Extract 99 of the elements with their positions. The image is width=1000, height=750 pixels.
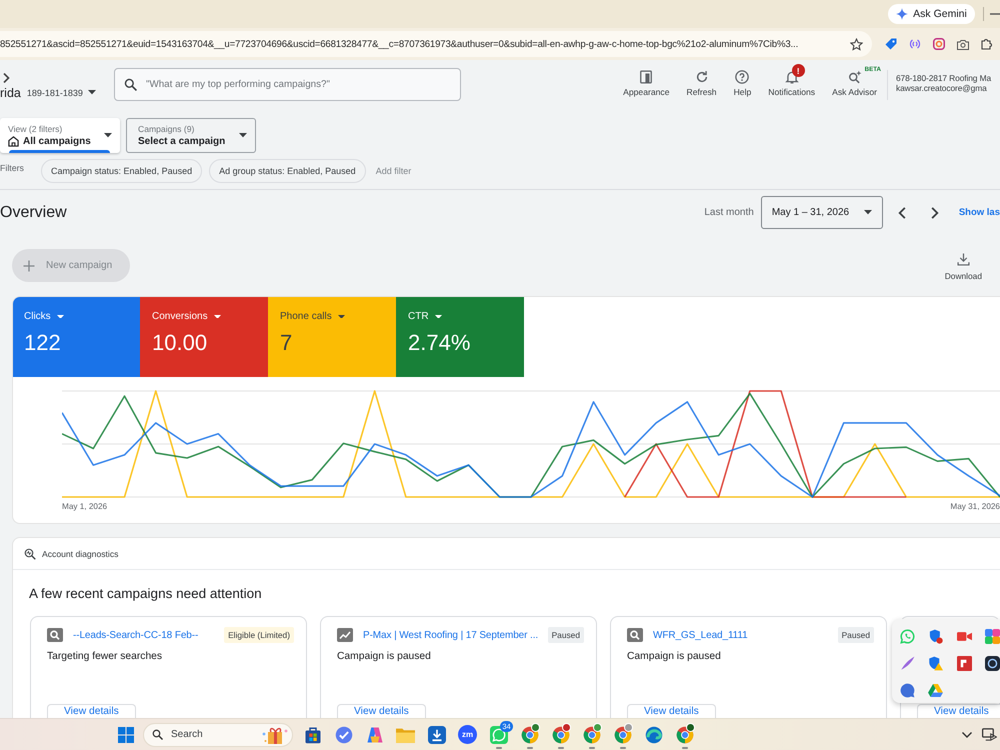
download-icon [956,253,970,266]
view-details-button[interactable]: View details [627,704,716,718]
search-campaign-icon [627,628,643,642]
rounded-square-icon[interactable] [933,38,945,50]
chevron-right-icon [3,73,10,83]
help-icon [735,70,750,84]
windows-logo-icon[interactable] [118,726,134,742]
metric-dropdown[interactable]: Phone calls [280,311,345,322]
axis-label: May 1, 2026 [62,502,108,513]
filter-chip[interactable]: Ad group status: Enabled, Paused [209,158,366,182]
axis-label: May 31, 2026 [950,502,1000,513]
metric-dropdown[interactable]: Clicks [24,311,64,322]
download-box-icon[interactable] [428,726,446,744]
search-icon [124,78,137,91]
camera-icon[interactable] [957,38,969,50]
a-shape-icon[interactable] [366,726,384,744]
status-badge: Eligible (Limited) [224,627,294,643]
download-button[interactable]: Download [944,249,982,281]
section-heading: A few recent campaigns need attention [29,586,263,602]
refresh-button[interactable]: Refresh [686,70,717,97]
caret-icon [434,314,442,318]
search-campaign-icon [47,628,63,642]
puzzle-icon[interactable] [981,38,993,50]
wave-circle-icon[interactable] [644,726,662,744]
triangle-logo-icon[interactable] [928,684,944,697]
video-camera-icon[interactable] [956,631,972,642]
chevron-right-icon[interactable] [930,206,939,218]
chevron-left-icon[interactable] [898,206,906,218]
address-bar[interactable]: 852551271&ascid=852551271&euid=1543163704&__u=7723704696&uscid=6681328477&__c=8707361973&authuser=0&subid=all-en-awhp-g-aw-c-home-top-bgc%21o2-aluminum%7Cib%3... [0,31,872,57]
star-icon[interactable] [850,38,863,50]
gift-icon [262,726,288,744]
account-label: 678-180-2817 Roofing Ma [896,73,992,83]
metric-dropdown[interactable]: CTR [408,311,442,322]
search-field[interactable]: "What are my top performing campaigns?" [114,68,461,101]
shield-icon[interactable] [928,629,944,644]
view-dropdown[interactable]: View (2 filters) All campaigns [0,118,120,153]
metric-value: 2.74% [408,330,472,356]
panel-icon [639,70,654,84]
card-message: Campaign is paused [627,651,722,662]
filter-chip[interactable]: Campaign status: Enabled, Paused [41,158,202,182]
help-button[interactable]: Help [734,70,752,97]
minimize-icon[interactable] [990,13,1000,15]
status-badge: Paused [838,627,874,643]
app-tile-icon[interactable] [985,629,1000,644]
caret-icon [338,314,345,318]
view-details-button[interactable]: View details [337,704,426,718]
view-details-button[interactable]: View details [47,704,136,718]
shield-warning-icon[interactable] [928,656,944,671]
refresh-icon [694,70,709,84]
metric-dropdown[interactable]: Conversions [152,311,221,322]
chevron-down-icon[interactable] [962,732,972,738]
account-email: kawsar.creatocore@gma [896,83,988,93]
caret-icon [56,314,64,318]
caret-icon [239,133,247,138]
campaign-link[interactable]: WFR_GS_Lead_1111 [653,630,748,640]
view-details-button[interactable]: View details [917,704,1000,718]
card-message: Targeting fewer searches [47,651,164,662]
message-bubble-icon[interactable] [900,683,915,698]
status-badge: Paused [548,627,584,643]
sparkle-icon [896,8,908,20]
tag-icon[interactable] [885,38,897,50]
metric-value: 122 [24,330,62,356]
date-range-dropdown[interactable]: May 1 – 31, 2026 [760,196,883,229]
trend-chart-icon [337,628,353,642]
shopping-bag-icon[interactable] [304,726,322,744]
plus-icon [23,260,35,272]
feather-icon[interactable] [900,656,915,671]
caret-icon [104,133,112,138]
square-app-icon[interactable] [956,656,972,671]
screen-icon[interactable] [982,728,997,741]
ask-gemini-button[interactable]: Ask Gemini [888,4,975,24]
signal-waves-icon[interactable] [909,38,921,50]
campaign-dropdown[interactable]: Campaigns (9) Select a campaign [126,118,256,153]
taskbar-search-field[interactable]: Search [143,722,293,746]
caret-icon [88,90,96,95]
sparkle-search-icon [848,70,862,84]
app-logo[interactable]: zm [458,725,477,744]
metric-value: 10.00 [152,330,208,356]
filters-label: Filters [0,163,25,173]
search-icon [152,729,163,740]
caret-icon [214,314,221,318]
campaign-link[interactable]: P-Max | West Roofing | 17 September ... [363,630,538,640]
metric-value: 7 [280,330,294,356]
account-selector[interactable]: rida 189-181-1839 [0,85,96,100]
notification-badge: ! [792,64,805,77]
caret-icon [864,210,872,215]
magnifier-icon [24,548,36,560]
house-icon [8,136,19,147]
section-title: Overview [0,204,67,222]
card-message: Campaign is paused [337,651,432,662]
campaign-link[interactable]: --Leads-Search-CC-18 Feb-- [73,630,198,640]
ring-icon[interactable] [985,656,1000,671]
date-preset-label: Last month [704,207,754,218]
show-link[interactable]: Show las [958,207,1000,218]
panel-title: Account diagnostics [42,548,118,558]
appearance-button[interactable]: Appearance [623,70,670,97]
bell-icon [784,70,799,84]
check-circle-icon[interactable] [334,726,352,744]
add-filter-button[interactable]: Add filter [372,166,412,176]
